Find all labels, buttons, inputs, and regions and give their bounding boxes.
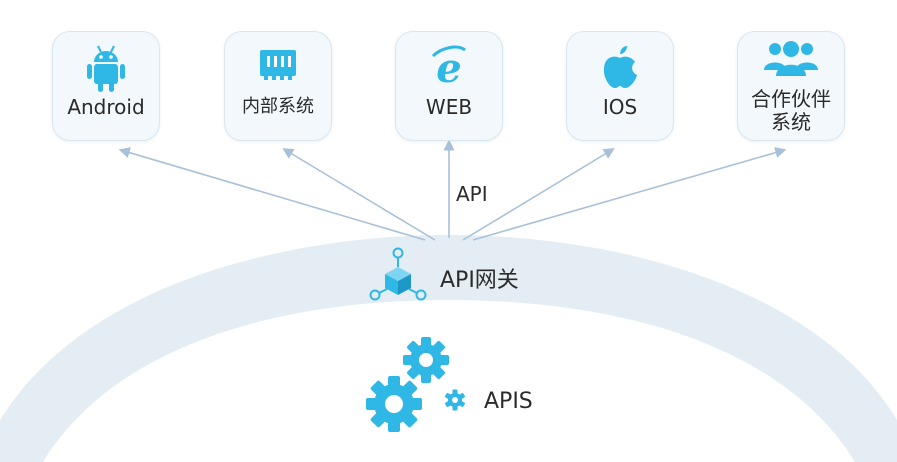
android-icon <box>53 44 159 94</box>
client-card-partner: 合作伙伴 系统 <box>737 31 845 141</box>
client-label: Android <box>67 95 145 119</box>
client-label: 内部系统 <box>242 96 314 117</box>
client-label: IOS <box>602 95 638 119</box>
arrow-to-android <box>118 147 426 241</box>
client-card-ios: IOS <box>566 31 674 141</box>
svg-text:e: e <box>436 45 461 88</box>
client-card-android: Android <box>52 31 160 141</box>
gateway-label: API网关 <box>440 268 519 293</box>
client-label: 合作伙伴 系统 <box>751 87 831 134</box>
server-rack-icon <box>225 44 331 94</box>
client-card-web: e WEB <box>395 31 503 141</box>
client-label: WEB <box>425 95 473 119</box>
connection-label: API <box>456 182 488 206</box>
arrow-to-partner <box>472 147 787 241</box>
users-group-icon <box>738 38 844 88</box>
client-card-internal: 内部系统 <box>224 31 332 141</box>
network-cube-icon <box>367 245 429 309</box>
services-label: APIS <box>484 389 533 414</box>
internet-explorer-icon: e <box>396 44 502 94</box>
arrow-to-internal <box>282 148 436 241</box>
gears-icon <box>358 332 474 436</box>
apple-icon <box>567 44 673 94</box>
